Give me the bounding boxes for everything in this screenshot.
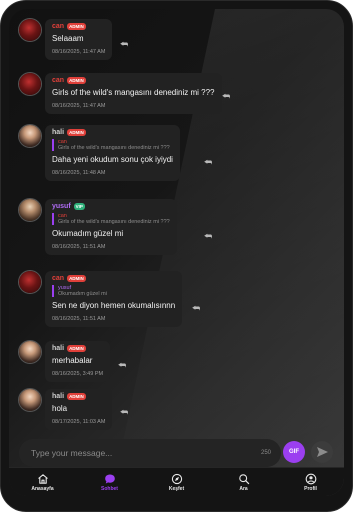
message-text: Sen ne diyon hemen okumalısınnn	[52, 301, 176, 310]
app-screen: can ADMIN Selaaam 08/16/2025, 11:47 AM ⮪…	[9, 9, 344, 496]
message-input[interactable]	[29, 447, 233, 459]
message-bubble: can ADMIN Girls of the wild's mangasını …	[45, 73, 222, 114]
nav-label: Anasayfa	[31, 486, 54, 492]
nav-label: Keşfet	[168, 486, 185, 492]
message-timestamp: 08/16/2025, 11:51 AM	[52, 316, 106, 322]
reply-icon[interactable]: ⮪	[203, 157, 213, 167]
message-bubble: hali ADMIN can Girls of the wild's manga…	[45, 125, 180, 181]
message-item: hali ADMIN can Girls of the wild's manga…	[19, 125, 180, 181]
avatar[interactable]	[19, 73, 41, 95]
message-item: can ADMIN Selaaam 08/16/2025, 11:47 AM	[19, 19, 113, 60]
nav-label: Sohbet	[101, 486, 118, 492]
message-item: can ADMIN yusuf Okumadım güzel mi Sen ne…	[19, 271, 183, 327]
reply-icon[interactable]: ⮪	[203, 231, 213, 241]
message-text: Selaaam	[52, 34, 84, 43]
quoted-reply[interactable]: can Girls of the wild's mangasını denedi…	[52, 139, 173, 151]
avatar[interactable]	[19, 19, 41, 41]
nav-item-explore[interactable]: Keşfet	[143, 468, 210, 496]
nav-item-chat[interactable]: Sohbet	[76, 468, 143, 496]
message-text: hola	[52, 404, 68, 413]
message-text: Daha yeni okudum sonu çok iyiydi	[52, 155, 173, 164]
message-timestamp: 08/16/2025, 3:49 PM	[52, 371, 104, 377]
send-button[interactable]	[311, 441, 333, 463]
nav-label: Ara	[239, 486, 248, 492]
message-username[interactable]: hali	[52, 129, 64, 136]
message-list[interactable]: can ADMIN Selaaam 08/16/2025, 11:47 AM ⮪…	[9, 9, 344, 431]
avatar[interactable]	[19, 199, 41, 221]
message-composer: 250	[19, 439, 281, 467]
admin-badge: ADMIN	[67, 77, 86, 84]
message-bubble: hali ADMIN merhabalar 08/16/2025, 3:49 P…	[45, 341, 111, 382]
reply-icon[interactable]: ⮪	[119, 407, 129, 417]
bottom-navigation: Anasayfa Sohbet Keşfet Ara Profil	[9, 467, 344, 496]
vip-badge: VIP	[73, 203, 85, 210]
reply-icon[interactable]: ⮪	[119, 39, 129, 49]
quoted-reply[interactable]: yusuf Okumadım güzel mi	[52, 285, 175, 297]
message-timestamp: 08/16/2025, 11:48 AM	[52, 170, 106, 176]
nav-item-search[interactable]: Ara	[210, 468, 277, 496]
message-item: can ADMIN Girls of the wild's mangasını …	[19, 73, 222, 114]
home-icon	[37, 474, 48, 484]
send-icon	[317, 447, 328, 457]
message-username[interactable]: can	[52, 77, 64, 84]
message-timestamp: 08/17/2025, 11:03 AM	[52, 419, 106, 425]
gif-button[interactable]: GIF	[283, 441, 305, 463]
message-bubble: yusuf VIP can Girls of the wild's mangas…	[45, 199, 177, 255]
admin-badge: ADMIN	[67, 129, 86, 136]
chat-icon	[104, 474, 115, 484]
message-bubble: can ADMIN yusuf Okumadım güzel mi Sen ne…	[45, 271, 183, 327]
admin-badge: ADMIN	[67, 345, 86, 352]
message-timestamp: 08/16/2025, 11:47 AM	[52, 49, 106, 55]
avatar[interactable]	[19, 389, 41, 411]
quoted-text: Girls of the wild's mangasını denediniz …	[58, 219, 170, 225]
message-item: hali ADMIN merhabalar 08/16/2025, 3:49 P…	[19, 341, 111, 382]
message-text: merhabalar	[52, 356, 93, 365]
admin-badge: ADMIN	[67, 23, 86, 30]
quoted-text: Okumadım güzel mi	[58, 291, 107, 297]
quoted-text: Girls of the wild's mangasını denediniz …	[58, 145, 170, 151]
message-bubble: hali ADMIN hola 08/17/2025, 11:03 AM	[45, 389, 113, 430]
reply-icon[interactable]: ⮪	[191, 303, 201, 313]
profile-icon	[305, 473, 316, 485]
avatar[interactable]	[19, 341, 41, 363]
message-timestamp: 08/16/2025, 11:47 AM	[52, 103, 106, 109]
nav-label: Profil	[304, 486, 317, 492]
admin-badge: ADMIN	[67, 393, 86, 400]
message-username[interactable]: can	[52, 275, 64, 282]
message-username[interactable]: hali	[52, 345, 64, 352]
message-username[interactable]: yusuf	[52, 203, 71, 210]
reply-icon[interactable]: ⮪	[117, 360, 127, 370]
message-username[interactable]: hali	[52, 393, 64, 400]
message-bubble: can ADMIN Selaaam 08/16/2025, 11:47 AM	[45, 19, 113, 60]
tablet-frame: can ADMIN Selaaam 08/16/2025, 11:47 AM ⮪…	[0, 0, 353, 512]
message-username[interactable]: can	[52, 23, 64, 30]
nav-item-profile[interactable]: Profil	[277, 468, 344, 496]
nav-item-home[interactable]: Anasayfa	[9, 468, 76, 496]
message-item: hali ADMIN hola 08/17/2025, 11:03 AM	[19, 389, 113, 430]
message-text: Girls of the wild's mangasını denediniz …	[52, 88, 215, 97]
compass-icon	[171, 473, 182, 485]
message-item: yusuf VIP can Girls of the wild's mangas…	[19, 199, 177, 255]
reply-icon[interactable]: ⮪	[221, 91, 231, 101]
quoted-reply[interactable]: can Girls of the wild's mangasını denedi…	[52, 213, 170, 225]
message-timestamp: 08/16/2025, 11:51 AM	[52, 244, 106, 250]
character-counter: 250	[260, 450, 271, 456]
avatar[interactable]	[19, 125, 41, 147]
search-icon	[238, 474, 249, 485]
admin-badge: ADMIN	[67, 275, 86, 282]
avatar[interactable]	[19, 271, 41, 293]
message-text: Okumadım güzel mi	[52, 229, 124, 238]
